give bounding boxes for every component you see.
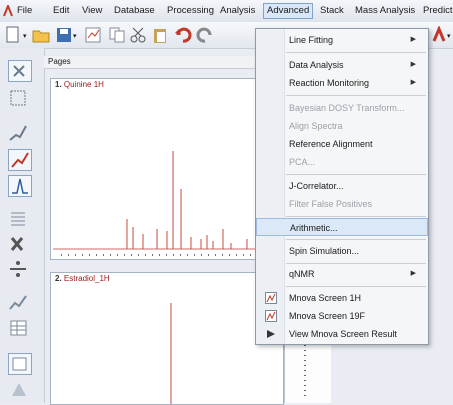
molecule-icon[interactable] <box>8 380 30 400</box>
peak-icon[interactable] <box>8 175 32 197</box>
spectrum-plot <box>170 303 172 404</box>
menu-item-label: Filter False Positives <box>289 199 373 209</box>
menu-view[interactable]: View <box>79 4 105 18</box>
submenu-arrow-icon: ▶ <box>410 36 416 43</box>
menu-item-pca[interactable]: PCA... <box>256 153 428 171</box>
fit-tool-icon[interactable] <box>8 88 30 108</box>
menu-separator <box>286 286 426 287</box>
spectrum-panel-2[interactable]: 2. Estradiol_1H <box>50 272 284 405</box>
menu-processing[interactable]: Processing <box>164 4 217 18</box>
menu-item-align-spectra[interactable]: Align Spectra <box>256 117 428 135</box>
menu-advanced[interactable]: Advanced <box>263 3 314 19</box>
report-icon[interactable] <box>84 26 102 44</box>
menu-analysis[interactable]: Analysis <box>217 4 258 18</box>
menu-separator <box>286 95 426 96</box>
pages-title: Pages <box>48 57 71 66</box>
menu-item-line-fitting[interactable]: Line Fitting ▶ <box>256 31 428 49</box>
menu-item-label: View Mnova Screen Result <box>289 329 397 339</box>
menu-item-label: Reaction Monitoring <box>289 78 370 88</box>
menu-separator <box>286 239 426 240</box>
left-tool-strip <box>0 48 45 403</box>
menu-edit[interactable]: Edit <box>50 4 72 18</box>
menu-item-arithmetic[interactable]: Arithmetic... <box>256 218 428 236</box>
menu-item-spin-simulation[interactable]: Spin Simulation... <box>256 242 428 260</box>
app-logo-icon <box>3 3 13 17</box>
menu-item-label: Arithmetic... <box>290 223 338 233</box>
paste-icon[interactable] <box>151 26 169 44</box>
menu-item-label: Line Fitting <box>289 35 334 45</box>
menu-item-data-analysis[interactable]: Data Analysis ▶ <box>256 56 428 74</box>
menu-item-view-mnova-screen-result[interactable]: View Mnova Screen Result <box>256 325 428 343</box>
menu-database[interactable]: Database <box>111 4 158 18</box>
table-tool-icon[interactable] <box>8 318 30 338</box>
menu-predict[interactable]: Predict <box>420 4 453 18</box>
menu-item-reaction-monitoring[interactable]: Reaction Monitoring ▶ <box>256 74 428 92</box>
undo-icon[interactable] <box>174 26 192 44</box>
menu-mass-analysis[interactable]: Mass Analysis <box>352 4 418 18</box>
menu-separator <box>286 263 426 264</box>
menu-item-qnmr[interactable]: qNMR ▶ <box>256 265 428 283</box>
peak-pick-icon[interactable] <box>8 123 30 143</box>
spectrum-panel-1[interactable]: 1. Quinine 1H <box>50 78 284 260</box>
menu-stack[interactable]: Stack <box>317 4 347 18</box>
menu-item-label: Mnova Screen 1H <box>289 293 362 303</box>
copy-icon[interactable] <box>108 26 126 44</box>
menu-item-label: Align Spectra <box>289 121 343 131</box>
menu-item-label: Reference Alignment <box>289 139 373 149</box>
screen-19f-icon <box>265 310 277 322</box>
chevron-down-icon[interactable]: ▾ <box>23 32 27 40</box>
menu-item-reference-alignment[interactable]: Reference Alignment <box>256 135 428 153</box>
divide-tool-icon[interactable] <box>8 259 30 279</box>
menu-separator <box>286 174 426 175</box>
open-folder-icon[interactable] <box>32 26 50 44</box>
chevron-down-icon[interactable]: ▾ <box>447 32 451 40</box>
new-document-icon[interactable] <box>4 26 22 44</box>
pages-header: Pages <box>44 56 288 69</box>
menu-item-label: Spin Simulation... <box>289 246 360 256</box>
menu-item-mnova-screen-1h[interactable]: Mnova Screen 1H <box>256 289 428 307</box>
submenu-arrow-icon: ▶ <box>410 61 416 68</box>
menu-separator <box>286 216 426 217</box>
spectrum-tool-icon[interactable] <box>8 149 32 171</box>
zoom-tool-icon[interactable] <box>8 60 32 82</box>
integrate-icon[interactable] <box>8 208 30 228</box>
redo-icon[interactable] <box>196 26 214 44</box>
screen-1h-icon <box>265 292 277 304</box>
menu-item-label: Mnova Screen 19F <box>289 311 366 321</box>
view-result-icon <box>265 328 277 340</box>
advanced-menu: Line Fitting ▶ Data Analysis ▶ Reaction … <box>255 28 429 345</box>
chevron-down-icon[interactable]: ▾ <box>73 32 77 40</box>
multiplet-icon[interactable] <box>8 292 30 312</box>
save-icon[interactable] <box>55 26 73 44</box>
red-tool-icon[interactable] <box>430 25 448 44</box>
menu-item-mnova-screen-19f[interactable]: Mnova Screen 19F <box>256 307 428 325</box>
layout-tool-icon[interactable] <box>8 353 32 375</box>
menu-item-label: Data Analysis <box>289 60 344 70</box>
menu-item-label: PCA... <box>289 157 316 167</box>
submenu-arrow-icon: ▶ <box>410 270 416 277</box>
menu-item-bayesian-dosy[interactable]: Bayesian DOSY Transform... <box>256 99 428 117</box>
menu-item-j-correlator[interactable]: J-Correlator... <box>256 177 428 195</box>
menu-separator <box>286 52 426 53</box>
menu-item-label: Bayesian DOSY Transform... <box>289 103 405 113</box>
menu-bar: File Edit View Database Processing Analy… <box>0 0 453 23</box>
menu-file[interactable]: File <box>14 4 35 18</box>
menu-item-label: J-Correlator... <box>289 181 344 191</box>
spectrum-plot <box>53 151 281 256</box>
submenu-arrow-icon: ▶ <box>410 79 416 86</box>
cut-icon[interactable] <box>129 26 147 44</box>
delete-tool-icon[interactable] <box>8 234 30 254</box>
menu-item-label: qNMR <box>289 269 315 279</box>
menu-item-filter-false-positives[interactable]: Filter False Positives <box>256 195 428 213</box>
